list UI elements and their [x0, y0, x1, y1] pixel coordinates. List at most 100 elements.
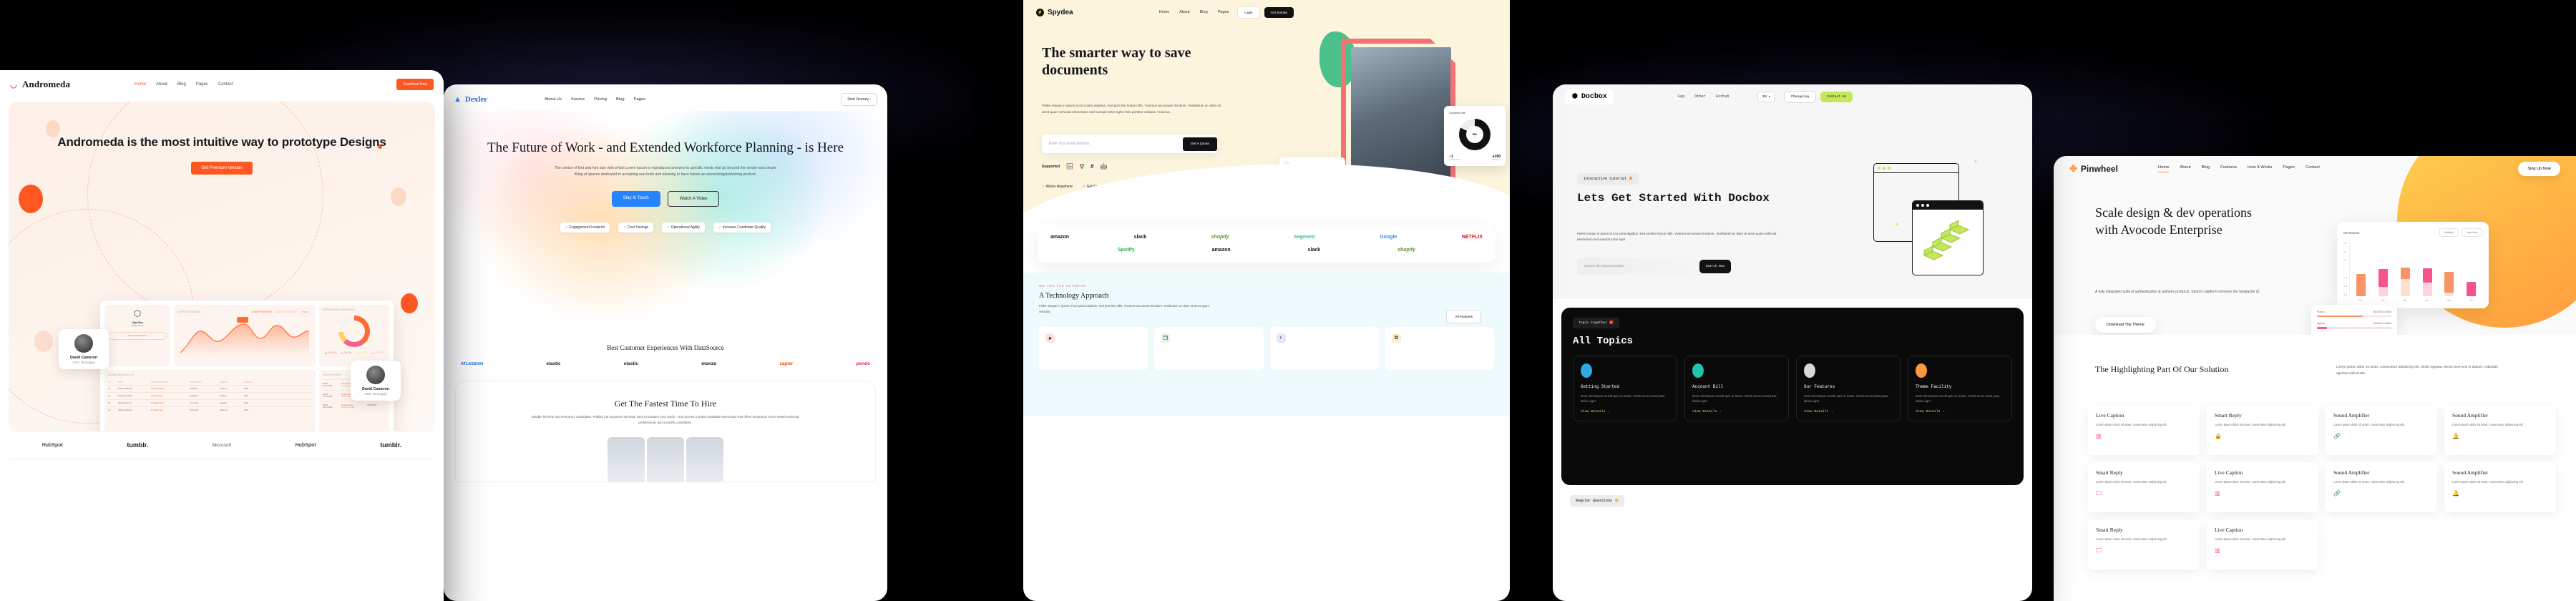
andromeda-website-panel[interactable]: ◡ Andromeda Home About Blog Pages Contac… [0, 70, 444, 601]
topic-title: Our Features [1804, 384, 1835, 389]
topic-view-details-link[interactable]: View Details → [1581, 410, 1669, 414]
logo-slack-2: slack [1307, 248, 1321, 253]
topic-view-details-link[interactable]: View Details → [1692, 410, 1781, 414]
docbox-logo[interactable]: ⬢ Docbox [1566, 89, 1614, 104]
docbox-website-panel[interactable]: ⬢ Docbox Faq Other Github EN ▾ Changelog… [1553, 84, 2032, 601]
pinwheel-nav-how-it-works[interactable]: How It Works [2248, 165, 2272, 172]
pinwheel-feature-card[interactable]: Sound Amplifier Lorem ipsum dolor sit ame… [2444, 462, 2556, 512]
pinwheel-feature-card[interactable]: Smart Reply Lorem ipsum dolor sit amet, c… [2088, 462, 2200, 512]
spydea-tech-card-1[interactable]: ➤ [1039, 327, 1148, 371]
spydea-tech-card-4[interactable]: ⧉ [1385, 327, 1494, 371]
docbox-topic-card[interactable]: Account Bill amet nisl tempus convlis qui… [1684, 356, 1789, 422]
dexler-logo[interactable]: ▲ Dexler [454, 95, 487, 104]
dexler-nav-service[interactable]: Service [571, 97, 585, 102]
pinwheel-nav-home[interactable]: Home [2157, 165, 2170, 172]
ytick-0: 60k [2343, 242, 2347, 245]
feature-card-title: Sound Amplifier [2452, 412, 2489, 419]
pinwheel-feature-card[interactable]: Live Caption Lorem ipsum dolor sit amet, … [2088, 405, 2200, 455]
andromeda-testimonial-card-left: David Cameron CEO, Nexuspay [59, 329, 109, 369]
pinwheel-nav-blog[interactable]: Blog [2202, 165, 2210, 172]
spydea-nav-links: Home About Blog Pages [1159, 10, 1229, 14]
dexler-nav-pages[interactable]: Pages [634, 97, 645, 102]
chart-range-select[interactable]: Last Year [2462, 228, 2482, 237]
dexler-start-journey-button[interactable]: Start Journey › [841, 93, 877, 106]
topic-view-details-link[interactable]: View Details → [1804, 410, 1893, 414]
pinwheel-feature-card[interactable]: Live Caption Lorem ipsum dolor sit amet, … [2207, 519, 2318, 570]
pinwheel-nav-about[interactable]: About [2180, 165, 2190, 172]
andromeda-nav-about[interactable]: About [156, 82, 167, 87]
spydea-login-button[interactable]: Login [1237, 6, 1260, 19]
andromeda-nav-pages[interactable]: Pages [196, 82, 208, 87]
spydea-all-features-button[interactable]: All Features [1446, 310, 1481, 323]
andromeda-dot [378, 145, 382, 149]
testimonial-role: CEO, Nexuspay [72, 361, 95, 364]
pinwheel-nav-contact[interactable]: Contact [2306, 165, 2320, 172]
dropbox-icon: ▽ [1079, 163, 1085, 170]
spydea-nav-pages[interactable]: Pages [1218, 10, 1229, 14]
docbox-language-select[interactable]: EN ▾ [1757, 91, 1776, 102]
chart-period-select[interactable]: Monthly [2439, 228, 2459, 237]
dexler-secondary-button[interactable]: Watch A Video [667, 190, 720, 207]
pinwheel-nav-pages[interactable]: Pages [2283, 165, 2294, 172]
spydea-quote-button[interactable]: Get A Quote [1182, 137, 1217, 151]
pinwheel-mark-icon: ✤ [2069, 163, 2077, 174]
dexler-hero: The Future of Work - and Extended Workfo… [444, 111, 887, 326]
spydea-website-panel[interactable]: ⚡ Spydea Home About Blog Pages Login Get… [1023, 0, 1510, 601]
pinwheel-feature-card[interactable]: Live Caption Lorem ipsum dolor sit amet, … [2207, 462, 2318, 512]
pinwheel-website-panel[interactable]: ✤ Pinwheel Home About Blog Features How … [2054, 156, 2576, 601]
docbox-topic-card[interactable]: Theme Facility amet nisl tempus convlis q… [1908, 356, 2012, 422]
spydea-email-form[interactable]: Enter Your Email Address Get A Quote [1042, 135, 1217, 153]
docbox-changelog-button[interactable]: Changelog [1784, 90, 1816, 103]
dexler-nav-blog[interactable]: Blog [616, 97, 625, 102]
docbox-nav-other[interactable]: Other [1694, 94, 1706, 99]
mock-book-button[interactable]: BOOK APPOINTMENT [108, 332, 167, 340]
pinwheel-feature-card[interactable]: Smart Reply Lorem ipsum dolor sit amet, c… [2088, 519, 2200, 570]
spydea-get-started-button[interactable]: Get Started [1264, 6, 1294, 18]
testimonial-role: CEO, Nexuspay [364, 392, 387, 396]
spydea-unsuccessful-label: Unsuccessful [1449, 159, 1460, 161]
docbox-contact-button[interactable]: Contact Us [1820, 91, 1853, 102]
spydea-logo[interactable]: ⚡ Spydea [1036, 8, 1073, 16]
chart-bar-negative [2400, 279, 2410, 296]
docbox-topic-card[interactable]: Our Features amet nisl tempus convlis qui… [1796, 356, 1901, 422]
docbox-search-bar[interactable]: Search the documentation Search Now [1577, 258, 1731, 275]
chart-bar-negative [2444, 293, 2454, 296]
spydea-tech-card-3[interactable]: ♀ [1269, 327, 1379, 371]
andromeda-testimonial-card-right: David Cameron CEO, Nexuspay [351, 361, 401, 401]
mock-reset-button[interactable]: Reset [298, 308, 312, 316]
andromeda-download-button[interactable]: Download Now [396, 79, 434, 90]
pinwheel-logo[interactable]: ✤ Pinwheel [2069, 163, 2118, 175]
docbox-tutorial-badge: Interactive tutorial 🔥 [1577, 173, 1640, 185]
spydea-tech-card-2[interactable]: ❐ [1154, 327, 1264, 371]
stat-bar-russia [2317, 316, 2391, 318]
spydea-nav-home[interactable]: Home [1159, 10, 1170, 14]
pinwheel-signup-button[interactable]: Sing Up Now [2518, 162, 2560, 176]
pinwheel-nav-features[interactable]: Features [2220, 165, 2237, 172]
pinwheel-feature-card[interactable]: Sound Amplifier Lorem ipsum dolor sit ame… [2444, 405, 2556, 455]
dexler-primary-button[interactable]: Stay In Touch [611, 190, 660, 207]
spydea-nav-blog[interactable]: Blog [1200, 10, 1208, 14]
topic-view-details-link[interactable]: View Details → [1916, 410, 2004, 414]
dexler-nav-pricing[interactable]: Pricing [594, 97, 607, 102]
feature-card-title: Sound Amplifier [2333, 469, 2370, 476]
dexler-nav-about[interactable]: About Us [545, 97, 562, 102]
stat-value-algeria: $128,612 of $1M [2373, 322, 2391, 326]
docbox-nav-faq[interactable]: Faq [1678, 94, 1684, 99]
andromeda-logo[interactable]: ◡ Andromeda [10, 79, 70, 90]
mock-legend-old: OLD PATIENTS [277, 311, 296, 313]
andromeda-nav-contact[interactable]: Contact [218, 82, 233, 87]
docbox-nav-github[interactable]: Github [1716, 94, 1729, 99]
docbox-paragraph: Pellen tesque in ipsum id orci porta dap… [1577, 232, 1777, 242]
spydea-hero-artwork: Success rate 98% ○1 ●150 Unsuccessful Su… [1279, 31, 1506, 208]
andromeda-nav-home[interactable]: Home [135, 82, 146, 87]
andromeda-nav-blog[interactable]: Blog [177, 82, 186, 87]
docbox-search-button[interactable]: Search Now [1699, 259, 1731, 273]
pinwheel-feature-card[interactable]: Smart Reply Lorem ipsum dolor sit amet, c… [2207, 405, 2318, 455]
pinwheel-feature-card[interactable]: Sound Amplifier Lorem ipsum dolor sit ame… [2326, 405, 2437, 455]
dexler-website-panel[interactable]: ▲ Dexler About Us Service Pricing Blog P… [444, 84, 887, 601]
pinwheel-net-income-chart: Net Income Monthly Last Year 60k 40k 20k… [2337, 222, 2489, 308]
pinwheel-download-button[interactable]: Download The Theme [2095, 317, 2156, 333]
pinwheel-feature-card[interactable]: Sound Amplifier Lorem ipsum dolor sit ame… [2326, 462, 2437, 512]
spydea-nav-about[interactable]: About [1179, 10, 1189, 14]
docbox-topic-card[interactable]: Getting Started amet nisl tempus convlis … [1573, 356, 1677, 422]
